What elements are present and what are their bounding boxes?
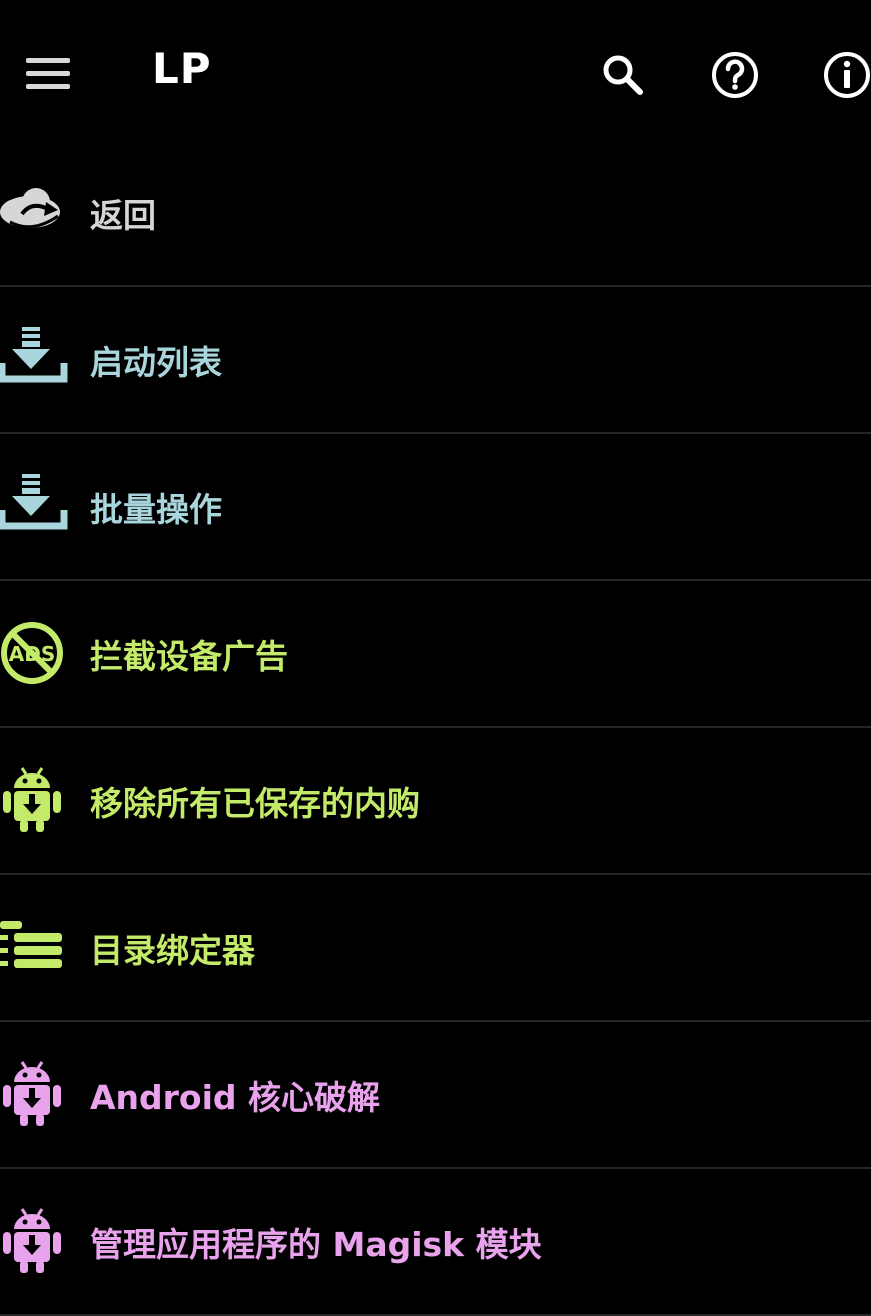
menu-list: 返回 启动列表 批量操作 拦截设备广告 移除所有已保存的内购 目录绑定器 And… (0, 140, 871, 1316)
back-cloud-icon (0, 176, 72, 248)
menu-item-label: 移除所有已保存的内购 (90, 783, 420, 823)
menu-item-label: 批量操作 (90, 489, 222, 529)
hamburger-menu-icon[interactable] (22, 52, 74, 96)
android-download-icon (0, 764, 72, 836)
help-circle-icon[interactable] (710, 50, 760, 100)
menu-item-directory-binder[interactable]: 目录绑定器 (0, 875, 871, 1022)
app-title: LP (152, 44, 212, 93)
app-bar: LP (0, 0, 871, 150)
menu-item-android-core-patch[interactable]: Android 核心破解 (0, 1022, 871, 1169)
menu-item-label: 拦截设备广告 (90, 636, 288, 676)
android-download-icon (0, 1058, 72, 1130)
menu-item-launch-list[interactable]: 启动列表 (0, 287, 871, 434)
menu-item-remove-purchases[interactable]: 移除所有已保存的内购 (0, 728, 871, 875)
menu-item-label: 目录绑定器 (90, 930, 255, 970)
download-tray-icon (0, 470, 72, 542)
stacked-bars-icon (0, 911, 72, 983)
menu-item-label: Android 核心破解 (90, 1077, 381, 1117)
menu-item-back[interactable]: 返回 (0, 140, 871, 287)
no-ads-icon: ADS (0, 617, 72, 689)
menu-item-batch-ops[interactable]: 批量操作 (0, 434, 871, 581)
menu-item-block-ads[interactable]: ADS 拦截设备广告 (0, 581, 871, 728)
menu-item-label: 返回 (90, 195, 156, 235)
menu-item-label: 启动列表 (90, 342, 222, 382)
info-circle-icon[interactable] (822, 50, 871, 100)
menu-item-magisk-modules[interactable]: 管理应用程序的 Magisk 模块 (0, 1169, 871, 1316)
download-tray-icon (0, 323, 72, 395)
search-icon[interactable] (598, 50, 648, 100)
android-download-icon (0, 1205, 72, 1277)
menu-item-label: 管理应用程序的 Magisk 模块 (90, 1224, 542, 1264)
